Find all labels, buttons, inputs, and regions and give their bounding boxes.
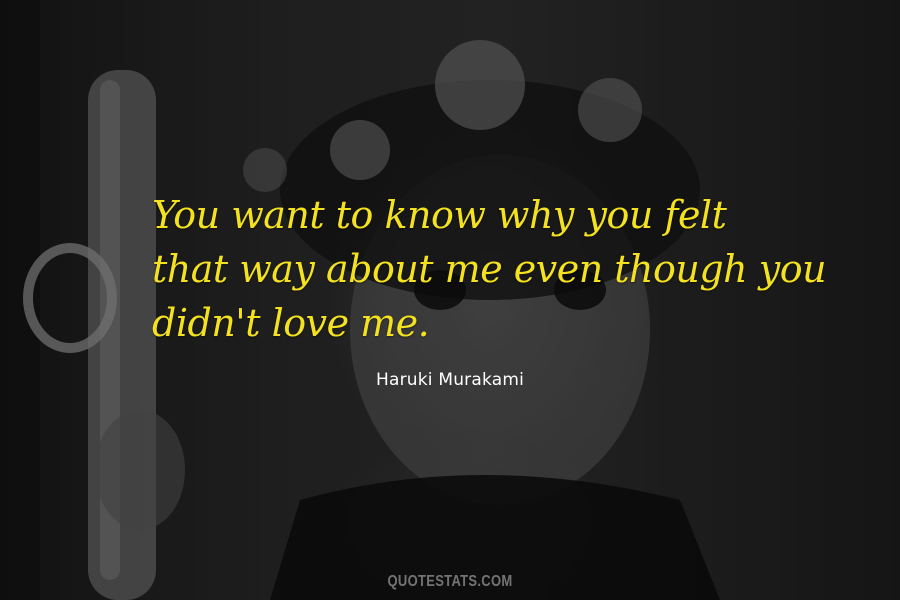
quote-image: You want to know why you felt that way a… (0, 0, 900, 600)
quote-author: Haruki Murakami (375, 370, 525, 390)
quote-line-3: didn't love me. (152, 301, 430, 345)
quote-line-1: You want to know why you felt (152, 193, 727, 237)
quote-text: You want to know why you felt that way a… (152, 188, 827, 350)
site-watermark: QUOTESTATS.COM (387, 571, 513, 590)
quote-line-2: that way about me even though you (152, 247, 827, 291)
